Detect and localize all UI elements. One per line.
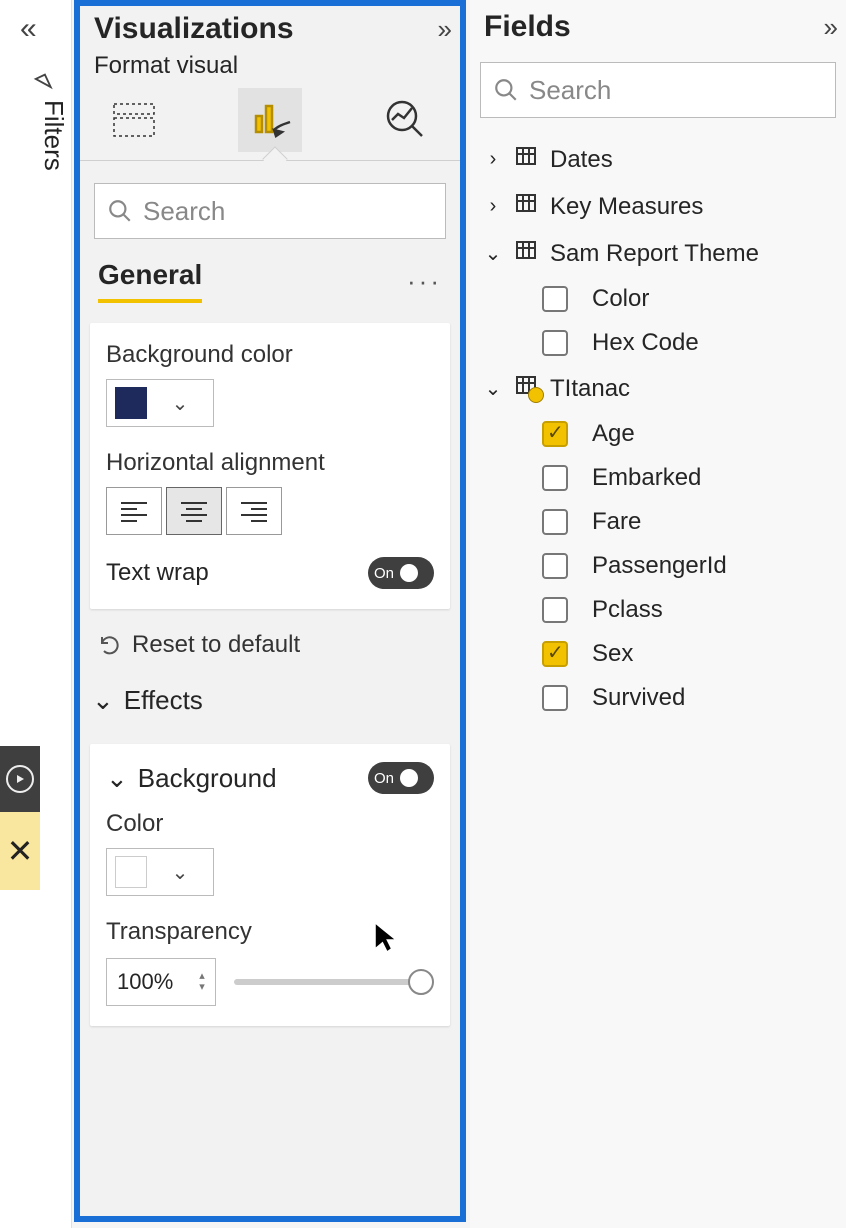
reset-to-default-button[interactable]: Reset to default (80, 609, 460, 681)
table-icon (514, 238, 540, 269)
search-placeholder: Search (529, 75, 611, 106)
transparency-value: 100% (107, 969, 189, 995)
field-label: Embarked (592, 464, 701, 492)
field-label: Color (592, 285, 649, 313)
text-wrap-toggle[interactable]: On (368, 557, 434, 589)
field-color[interactable]: Color (478, 277, 838, 321)
visualizations-title: Visualizations (94, 12, 294, 46)
chevron-icon: › (482, 195, 504, 218)
chevron-down-icon: ⌄ (147, 860, 213, 885)
chevron-icon: › (482, 148, 504, 171)
table-icon (514, 373, 540, 404)
field-hex-code[interactable]: Hex Code (478, 321, 838, 365)
field-checkbox[interactable] (542, 509, 568, 535)
align-right-button[interactable] (226, 487, 282, 535)
table-label: Key Measures (550, 193, 703, 221)
transparency-label: Transparency (106, 918, 434, 946)
table-icon (514, 144, 540, 175)
transparency-slider[interactable] (234, 979, 434, 985)
field-embarked[interactable]: Embarked (478, 456, 838, 500)
play-icon (6, 765, 34, 793)
field-checkbox[interactable] (542, 465, 568, 491)
close-button[interactable]: ✕ (0, 812, 40, 890)
transparency-stepper[interactable]: 100% ▴▾ (106, 958, 216, 1006)
table-key-measures[interactable]: › Key Measures (478, 183, 838, 230)
chevron-icon: ⌄ (482, 241, 504, 266)
more-options-button[interactable]: ··· (407, 266, 442, 297)
field-checkbox[interactable] (542, 421, 568, 447)
search-placeholder: Search (143, 196, 225, 227)
background-color-picker[interactable]: ⌄ (106, 379, 214, 427)
chevron-down-icon: ⌄ (147, 391, 213, 416)
field-checkbox[interactable] (542, 286, 568, 312)
table-icon (514, 191, 540, 222)
effects-label: Effects (124, 685, 203, 716)
field-label: Hex Code (592, 329, 699, 357)
color-label: Color (106, 810, 434, 838)
build-visual-tab[interactable] (102, 88, 166, 152)
table-label: TItanac (550, 375, 630, 403)
table-sam-report-theme[interactable]: ⌄ Sam Report Theme (478, 230, 838, 277)
field-checkbox[interactable] (542, 685, 568, 711)
table-label: Sam Report Theme (550, 240, 759, 268)
background-toggle[interactable]: On (368, 762, 434, 794)
table-titanac[interactable]: ⌄ TItanac (478, 365, 838, 412)
field-label: PassengerId (592, 552, 727, 580)
toggle-state-label: On (374, 565, 394, 582)
play-button[interactable] (0, 746, 40, 812)
format-visual-tab[interactable] (238, 88, 302, 152)
horizontal-alignment-label: Horizontal alignment (106, 449, 434, 477)
reset-icon (98, 633, 122, 657)
field-checkbox[interactable] (542, 553, 568, 579)
toggle-state-label: On (374, 770, 394, 787)
color-swatch (115, 856, 147, 888)
expand-button[interactable]: » (438, 14, 446, 45)
align-center-button[interactable] (166, 487, 222, 535)
field-pclass[interactable]: Pclass (478, 588, 838, 632)
field-survived[interactable]: Survived (478, 676, 838, 720)
color-swatch (115, 387, 147, 419)
fields-search-input[interactable]: Search (480, 62, 836, 118)
field-age[interactable]: Age (478, 412, 838, 456)
effects-section-header[interactable]: ⌄ Effects (80, 681, 460, 726)
collapse-button[interactable]: « (20, 12, 31, 46)
table-dates[interactable]: › Dates (478, 136, 838, 183)
format-visual-label: Format visual (80, 48, 460, 88)
field-label: Sex (592, 640, 633, 668)
analytics-tab[interactable] (374, 88, 438, 152)
reset-label: Reset to default (132, 631, 300, 659)
field-label: Age (592, 420, 635, 448)
field-checkbox[interactable] (542, 597, 568, 623)
field-label: Pclass (592, 596, 663, 624)
expand-button[interactable]: » (824, 12, 832, 43)
background-section-label: Background (138, 763, 277, 794)
format-search-input[interactable]: Search (94, 183, 446, 239)
effects-color-picker[interactable]: ⌄ (106, 848, 214, 896)
field-sex[interactable]: Sex (478, 632, 838, 676)
stepper-arrows[interactable]: ▴▾ (189, 971, 215, 993)
align-left-button[interactable] (106, 487, 162, 535)
chevron-icon: ⌄ (482, 376, 504, 401)
chevron-down-icon: ⌄ (92, 685, 114, 716)
fields-title: Fields (484, 10, 571, 44)
field-checkbox[interactable] (542, 330, 568, 356)
text-wrap-label: Text wrap (106, 559, 209, 587)
field-label: Fare (592, 508, 641, 536)
field-passengerid[interactable]: PassengerId (478, 544, 838, 588)
filters-panel-label[interactable]: Filters (38, 100, 69, 171)
field-checkbox[interactable] (542, 641, 568, 667)
search-icon (493, 77, 519, 103)
field-fare[interactable]: Fare (478, 500, 838, 544)
chevron-down-icon: ⌄ (106, 763, 128, 794)
background-color-label: Background color (106, 341, 434, 369)
field-label: Survived (592, 684, 685, 712)
search-icon (107, 198, 133, 224)
funnel-icon (30, 65, 63, 102)
tab-general[interactable]: General (98, 259, 202, 303)
slider-thumb[interactable] (408, 969, 434, 995)
table-label: Dates (550, 146, 613, 174)
